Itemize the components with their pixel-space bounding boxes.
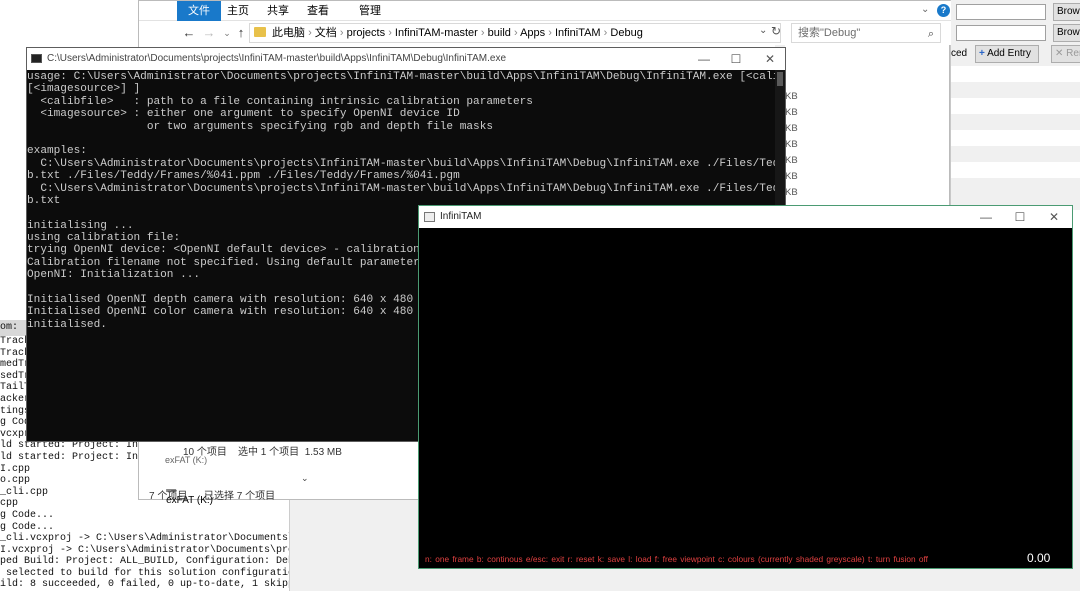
console-line: or two arguments specifying rgb and dept…	[27, 120, 494, 133]
tab-view[interactable]: 查看	[301, 1, 335, 21]
vs-output-line: ped Build: Project: ALL_BUILD, Configura…	[0, 556, 289, 568]
console-line: b.txt ./Files/Teddy/Frames/%04i.ppm ./Fi…	[27, 170, 460, 183]
ribbon-tabs: 文件 主页 共享 查看 管理 ⌄ ?	[139, 1, 951, 21]
cmake-label-fragment: ced	[951, 48, 968, 59]
cmake-row[interactable]	[951, 66, 1080, 82]
console-titlebar[interactable]: C:\Users\Administrator\Documents\project…	[27, 48, 785, 70]
breadcrumb-item[interactable]: Apps	[520, 27, 545, 39]
cmake-build-input[interactable]	[956, 25, 1046, 41]
vs-output-line: g Code...	[0, 509, 55, 521]
infinitam-titlebar[interactable]: InfiniTAM — ☐ ✕	[419, 206, 1072, 228]
breadcrumb: 此电脑 › 文档 › projects › InfiniTAM-master ›…	[272, 27, 643, 39]
drive-label-top[interactable]: exFAT (K:)	[165, 455, 207, 465]
render-viewport[interactable]	[419, 228, 1072, 568]
remove-icon: ✕	[1055, 48, 1064, 59]
infinitam-title-text: InfiniTAM	[440, 211, 482, 222]
maximize-icon[interactable]: ☐	[1003, 206, 1037, 228]
back-arrow-icon[interactable]: ←	[181, 24, 197, 42]
console-app-icon	[31, 54, 42, 63]
browse-source-button[interactable]: Brows	[1053, 3, 1080, 21]
forward-arrow-icon[interactable]: →	[201, 24, 217, 42]
console-line: [<imagesource>] ]	[27, 83, 141, 96]
chevron-down-icon[interactable]: ⌄	[921, 4, 929, 15]
console-line: usage: C:\Users\Administrator\Documents\…	[27, 71, 775, 83]
console-title-text: C:\Users\Administrator\Documents\project…	[47, 53, 507, 64]
infinitam-window: InfiniTAM — ☐ ✕ n: one frame b: continou…	[418, 205, 1073, 569]
breadcrumb-item[interactable]: projects	[347, 27, 386, 39]
up-arrow-icon[interactable]: ↑	[233, 24, 249, 42]
maximize-icon[interactable]: ☐	[719, 48, 753, 70]
close-icon[interactable]: ✕	[1037, 206, 1071, 228]
plus-icon: +	[979, 48, 985, 59]
file-size-unit: KB	[785, 139, 798, 150]
vs-output-line: selected to build for this solution conf…	[0, 567, 290, 579]
breadcrumb-item[interactable]: 文档	[315, 27, 337, 39]
console-line: <imagesource> : either one argument to s…	[27, 108, 460, 121]
vs-output-line: _cli.vcxproj -> C:\Users\Administrator\D…	[0, 533, 289, 545]
search-placeholder: 搜索"Debug"	[798, 27, 861, 39]
breadcrumb-item[interactable]: InfiniTAM	[555, 27, 601, 39]
status-bar-text-bottom: 7 个项目 已选择 7 个项目	[149, 491, 276, 502]
file-size-unit: KB	[785, 91, 798, 102]
cmake-panel: Brows Brows ced + Add Entry ✕ Rem	[950, 0, 1080, 210]
fps-counter: 0.00	[1027, 551, 1051, 565]
console-line: <calibfile> : path to a file containing …	[27, 95, 533, 108]
console-line: C:\Users\Administrator\Documents\project…	[27, 157, 775, 170]
cmake-row[interactable]	[951, 130, 1080, 146]
address-dropdown-icon[interactable]: ⌄	[759, 25, 767, 36]
breadcrumb-item[interactable]: 此电脑	[272, 27, 305, 39]
file-size-unit: KB	[785, 123, 798, 134]
tab-manage[interactable]: 管理	[351, 1, 389, 21]
address-row: ← → ⌄ ↑ 此电脑 › 文档 › projects › InfiniTAM-…	[139, 21, 951, 45]
breadcrumb-item[interactable]: InfiniTAM-master	[395, 27, 478, 39]
nav-scroll-down-icon[interactable]: ⌄	[301, 473, 309, 484]
search-icon: ⌕	[927, 28, 934, 40]
file-size-unit: KB	[785, 171, 798, 182]
cmake-row[interactable]	[951, 98, 1080, 114]
breadcrumb-item[interactable]: Debug	[610, 27, 642, 39]
console-scroll-thumb[interactable]	[777, 72, 783, 86]
folder-icon	[254, 27, 266, 37]
console-line: C:\Users\Administrator\Documents\project…	[27, 182, 775, 195]
file-size-unit: KB	[785, 155, 798, 166]
infinitam-app-icon	[424, 212, 435, 222]
tab-file[interactable]: 文件	[177, 1, 221, 21]
keyboard-legend: n: one frame b: continous e/esc: exit r:…	[425, 554, 928, 564]
remove-entry-button[interactable]: ✕ Rem	[1051, 45, 1080, 63]
remove-entry-label: Rem	[1066, 48, 1080, 59]
vs-output-line: ild: 8 succeeded, 0 failed, 0 up-to-date…	[0, 579, 289, 591]
minimize-icon[interactable]: —	[687, 48, 721, 70]
cmake-row[interactable]	[951, 162, 1080, 178]
tab-home[interactable]: 主页	[221, 1, 255, 21]
add-entry-button[interactable]: + Add Entry	[975, 45, 1039, 63]
help-icon[interactable]: ?	[937, 4, 950, 17]
breadcrumb-item[interactable]: build	[488, 27, 511, 39]
search-input[interactable]: 搜索"Debug" ⌕	[791, 23, 941, 43]
add-entry-label: Add Entry	[987, 48, 1031, 59]
refresh-icon[interactable]: ↻	[771, 24, 781, 38]
vs-output-line: I.vcxproj -> C:\Users\Administrator\Docu…	[0, 544, 289, 556]
browse-build-button[interactable]: Brows	[1053, 24, 1080, 42]
console-line: examples:	[27, 145, 87, 158]
file-size-unit: KB	[785, 187, 798, 198]
tab-share[interactable]: 共享	[261, 1, 295, 21]
vs-output-line: g Code...	[0, 521, 55, 533]
address-bar[interactable]: 此电脑 › 文档 › projects › InfiniTAM-master ›…	[249, 23, 781, 43]
file-size-unit: KB	[785, 107, 798, 118]
close-icon[interactable]: ✕	[753, 48, 787, 70]
cmake-source-input[interactable]	[956, 4, 1046, 20]
minimize-icon[interactable]: —	[969, 206, 1003, 228]
